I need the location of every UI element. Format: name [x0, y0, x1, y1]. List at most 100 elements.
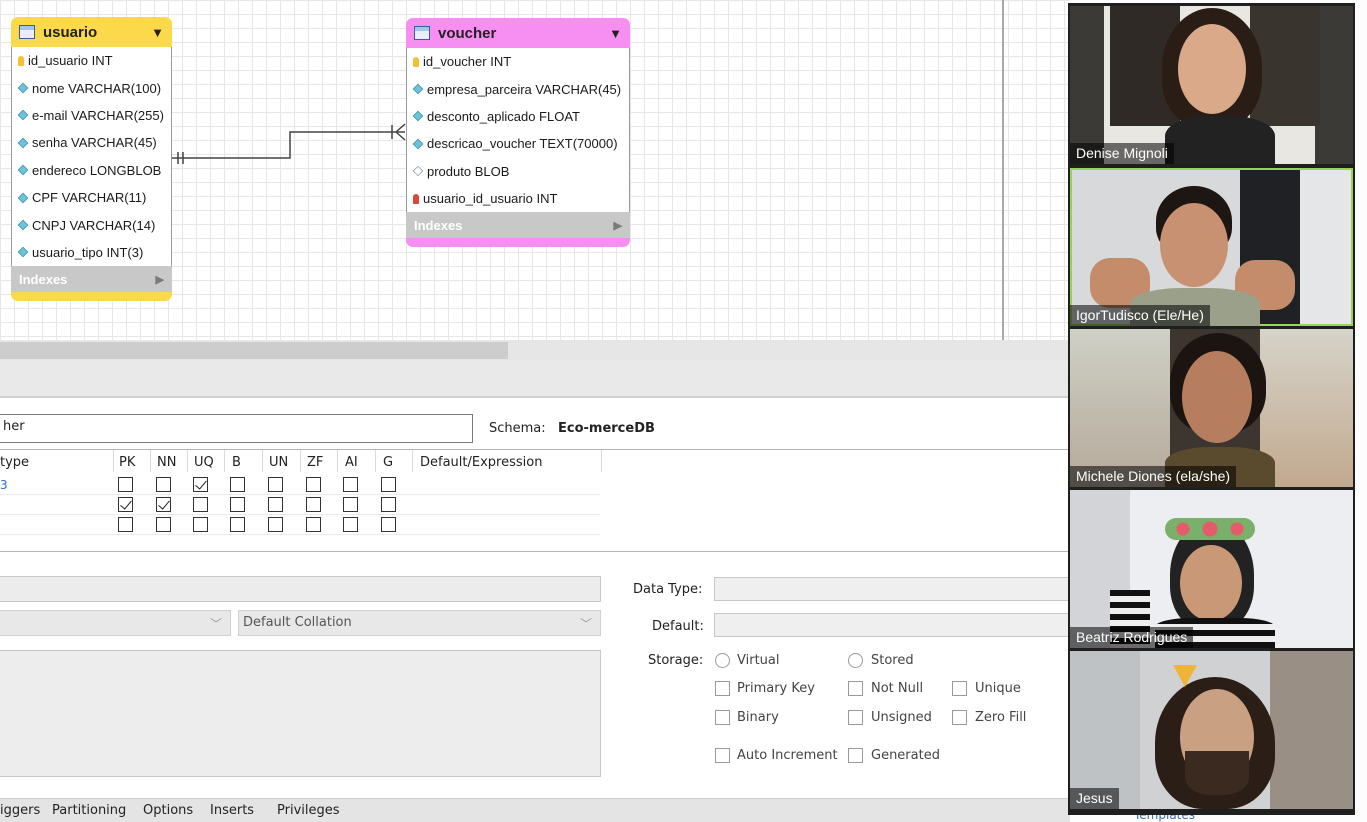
entity-usuario[interactable]: usuario ▼ id_usuario INT nome VARCHAR(10…	[11, 17, 172, 302]
expand-arrow-icon[interactable]: ▶	[614, 219, 622, 232]
entity-voucher-header[interactable]: voucher ▼	[406, 18, 630, 48]
virtual-radio[interactable]	[715, 653, 730, 668]
indexes-section[interactable]: Indexes ▶	[11, 266, 172, 293]
column-header-type[interactable]: type	[0, 455, 29, 470]
flag-pk-checkbox[interactable]	[118, 497, 133, 512]
flag-ai-checkbox[interactable]	[343, 477, 358, 492]
flag-b-checkbox[interactable]	[230, 497, 245, 512]
participant-video[interactable]: Denise Mignoli	[1070, 6, 1353, 164]
collapse-arrow-icon[interactable]: ▼	[151, 25, 164, 40]
expand-arrow-icon[interactable]: ▶	[156, 273, 164, 286]
column-type-cell[interactable]: 3	[0, 478, 8, 492]
default-input[interactable]	[714, 613, 1074, 637]
column-diamond-icon	[17, 192, 29, 203]
charset-select[interactable]: ﹀	[0, 610, 231, 636]
entity-voucher[interactable]: voucher ▼ id_voucher INT empresa_parceir…	[406, 18, 630, 248]
flag-uq-checkbox[interactable]	[193, 477, 208, 492]
not-null-checkbox[interactable]	[848, 681, 863, 696]
generated-checkbox[interactable]	[848, 748, 863, 763]
collapse-arrow-icon[interactable]: ▼	[609, 26, 622, 41]
flag-b-checkbox[interactable]	[230, 517, 245, 532]
column-header-nn[interactable]: NN	[157, 455, 176, 470]
flag-pk-checkbox[interactable]	[118, 477, 133, 492]
column-row[interactable]: produto BLOB	[407, 158, 629, 185]
column-header-default[interactable]: Default/Expression	[420, 455, 542, 470]
column-row[interactable]: usuario_tipo INT(3)	[12, 239, 171, 266]
binary-checkbox[interactable]	[715, 710, 730, 725]
flag-un-checkbox[interactable]	[268, 497, 283, 512]
column-row[interactable]: CNPJ VARCHAR(14)	[12, 211, 171, 238]
unsigned-checkbox[interactable]	[848, 710, 863, 725]
flag-un-checkbox[interactable]	[268, 477, 283, 492]
divider	[337, 450, 338, 472]
column-header-un[interactable]: UN	[269, 455, 288, 470]
horizontal-scrollbar-thumb[interactable]	[0, 342, 508, 359]
column-row[interactable]: senha VARCHAR(45)	[12, 129, 171, 156]
diagram-canvas[interactable]: usuario ▼ id_usuario INT nome VARCHAR(10…	[0, 0, 1070, 340]
tab-privileges[interactable]: Privileges	[277, 803, 340, 818]
column-row[interactable]: CPF VARCHAR(11)	[12, 184, 171, 211]
flag-nn-checkbox[interactable]	[156, 517, 171, 532]
flag-zf-checkbox[interactable]	[306, 517, 321, 532]
auto-increment-checkbox[interactable]	[715, 748, 730, 763]
data-type-input[interactable]	[714, 577, 1074, 601]
flag-g-checkbox[interactable]	[381, 497, 396, 512]
zero-fill-checkbox[interactable]	[952, 710, 967, 725]
column-header-ai[interactable]: AI	[345, 455, 358, 470]
indexes-section[interactable]: Indexes ▶	[406, 212, 630, 239]
column-row[interactable]: id_usuario INT	[12, 47, 171, 74]
participant-video[interactable]: Jesus	[1070, 651, 1353, 809]
column-name-field[interactable]	[0, 576, 601, 602]
participant-video-active-speaker[interactable]: IgorTudisco (Ele/He)	[1070, 168, 1353, 326]
flag-nn-checkbox[interactable]	[156, 497, 171, 512]
column-row[interactable]: id_voucher INT	[407, 48, 629, 75]
column-row[interactable]: desconto_aplicado FLOAT	[407, 103, 629, 130]
flag-pk-checkbox[interactable]	[118, 517, 133, 532]
column-row[interactable]: e-mail VARCHAR(255)	[12, 102, 171, 129]
comments-textarea[interactable]	[0, 650, 601, 777]
participant-name: IgorTudisco (Ele/He)	[1070, 305, 1210, 326]
flag-g-checkbox[interactable]	[381, 477, 396, 492]
default-label: Default:	[652, 619, 704, 634]
virtual-label: Virtual	[737, 653, 780, 668]
column-row[interactable]: descricao_voucher TEXT(70000)	[407, 130, 629, 157]
tab-triggers[interactable]: iggers	[0, 803, 40, 818]
stored-radio[interactable]	[848, 653, 863, 668]
flag-zf-checkbox[interactable]	[306, 477, 321, 492]
tab-inserts[interactable]: Inserts	[210, 803, 254, 818]
flag-ai-checkbox[interactable]	[343, 497, 358, 512]
unique-checkbox[interactable]	[952, 681, 967, 696]
table-name-input[interactable]: her	[0, 414, 473, 443]
column-header-pk[interactable]: PK	[119, 455, 135, 470]
participant-video[interactable]: Michele Diones (ela/she)	[1070, 329, 1353, 487]
flag-g-checkbox[interactable]	[381, 517, 396, 532]
column-header-g[interactable]: G	[383, 455, 393, 470]
schema-label: Schema:	[489, 421, 546, 436]
divider	[224, 450, 225, 472]
column-header-zf[interactable]: ZF	[307, 455, 323, 470]
tab-partitioning[interactable]: Partitioning	[52, 803, 126, 818]
column-header-uq[interactable]: UQ	[194, 455, 214, 470]
column-label: senha VARCHAR(45)	[32, 135, 157, 151]
flag-zf-checkbox[interactable]	[306, 497, 321, 512]
flag-uq-checkbox[interactable]	[193, 497, 208, 512]
editor-splitter[interactable]	[0, 360, 1070, 398]
participant-video[interactable]: Beatriz Rodrigues	[1070, 490, 1353, 648]
column-row[interactable]: nome VARCHAR(100)	[12, 74, 171, 101]
column-row[interactable]: usuario_id_usuario INT	[407, 185, 629, 212]
flag-b-checkbox[interactable]	[230, 477, 245, 492]
entity-usuario-header[interactable]: usuario ▼	[11, 17, 172, 47]
column-header-b[interactable]: B	[232, 455, 241, 470]
flag-uq-checkbox[interactable]	[193, 517, 208, 532]
divider	[150, 450, 151, 472]
column-row[interactable]: empresa_parceira VARCHAR(45)	[407, 75, 629, 102]
flag-nn-checkbox[interactable]	[156, 477, 171, 492]
data-type-label: Data Type:	[633, 582, 703, 597]
primary-key-checkbox[interactable]	[715, 681, 730, 696]
flag-ai-checkbox[interactable]	[343, 517, 358, 532]
collation-select[interactable]: Default Collation ﹀	[238, 610, 601, 636]
flag-un-checkbox[interactable]	[268, 517, 283, 532]
person-image	[1180, 545, 1242, 621]
column-row[interactable]: endereco LONGBLOB	[12, 157, 171, 184]
tab-options[interactable]: Options	[143, 803, 193, 818]
